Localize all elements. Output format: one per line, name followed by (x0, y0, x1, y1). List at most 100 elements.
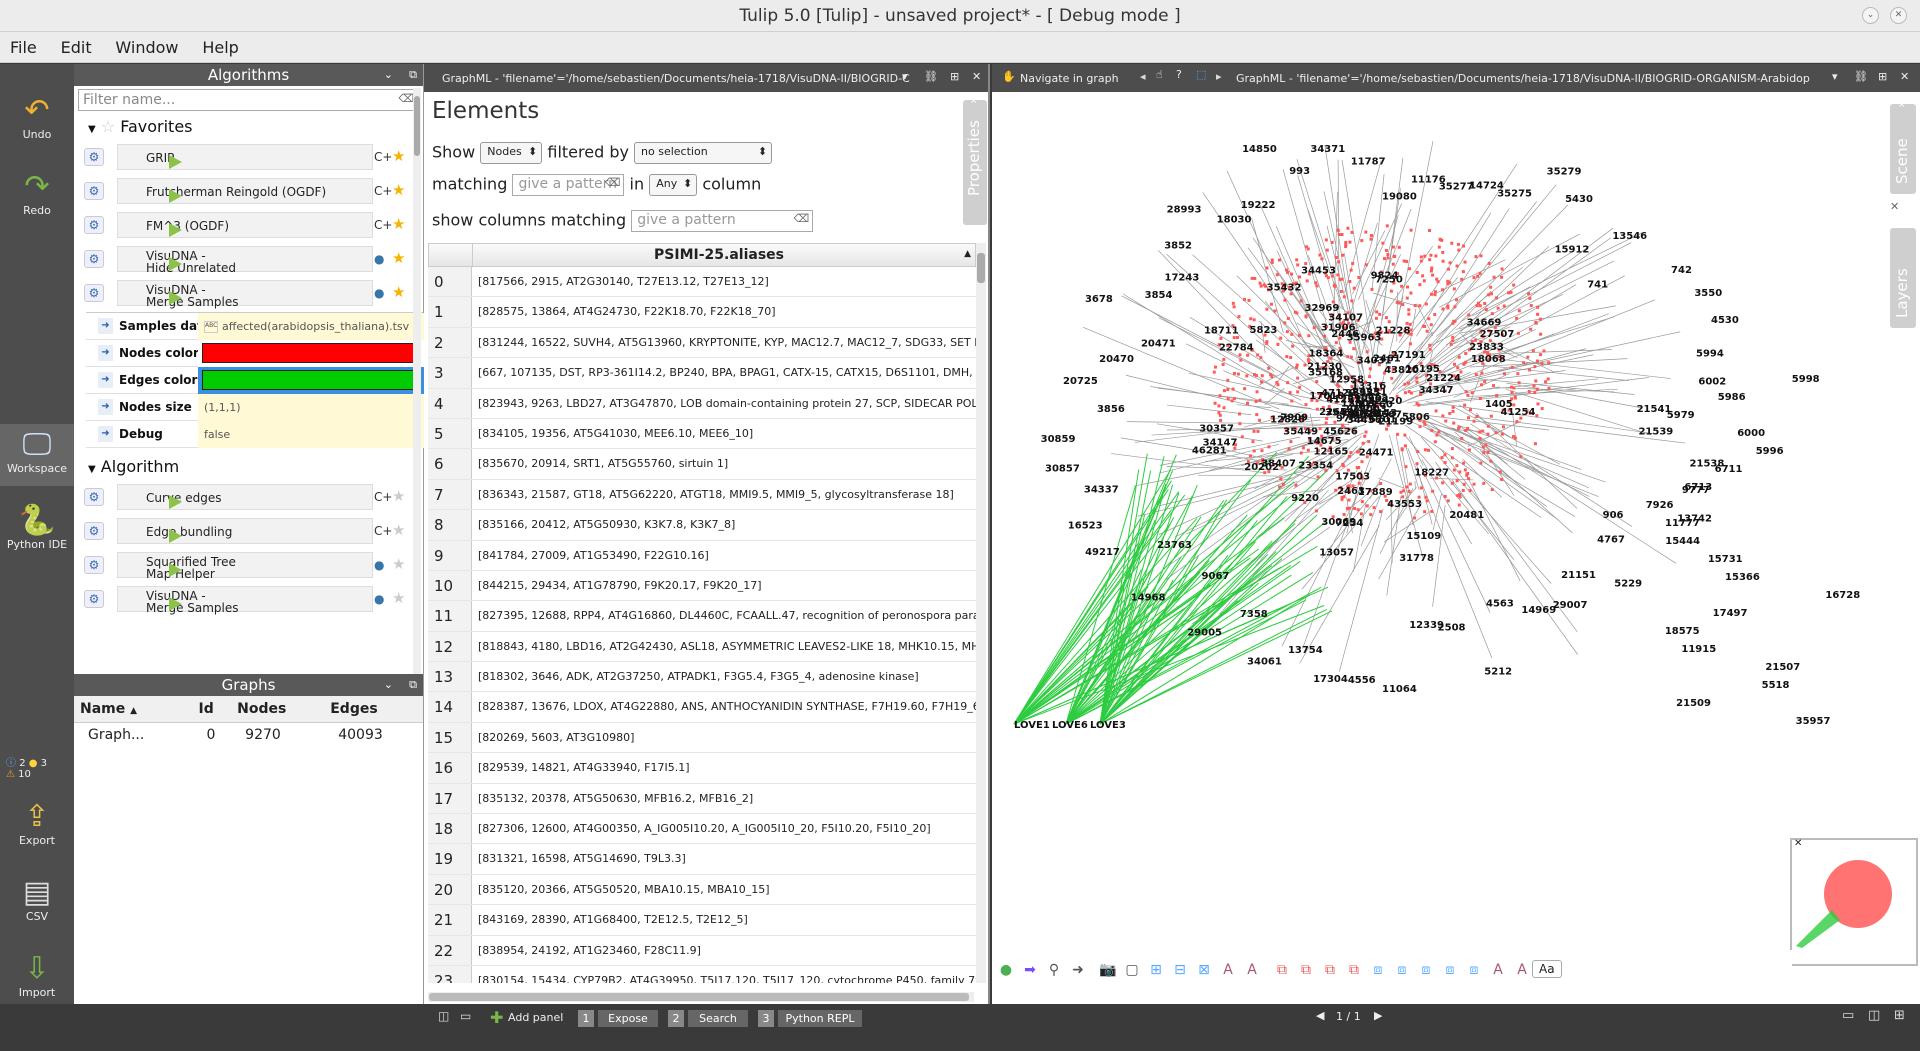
background-icon[interactable]: ▢ (1122, 962, 1142, 980)
view-icon-10[interactable]: A (1488, 962, 1508, 980)
table-row[interactable]: 8 [835166, 20412, AT5G50930, K3K7.8, K3K7… (428, 510, 976, 541)
favorite-star-icon[interactable]: ★ (392, 487, 405, 505)
table-row[interactable]: 2 [831244, 16522, SUVH4, AT5G13960, KRYPT… (428, 327, 976, 359)
table-row[interactable]: 6 [835670, 20914, SRT1, AT5G55760, sirtui… (428, 449, 976, 480)
algorithms.algorithm_items-item[interactable]: ⚙ Edge bundling C+ ★ (74, 514, 423, 548)
minimize-icon[interactable]: ⌄ (1862, 7, 1879, 24)
algorithm-entry[interactable]: Squarified Tree Map Helper (117, 552, 373, 580)
algorithm-entry[interactable]: Curve edges (117, 484, 373, 510)
layout-split-icon[interactable]: ◫ (1868, 1008, 1880, 1023)
workspace-button[interactable]: 🖵 Workspace (0, 424, 74, 486)
graph-canvas[interactable]: 2154121539215389777137429064767522921151… (992, 92, 1920, 1004)
algorithms.favorites-item[interactable]: ⚙ VisuDNA - Hide Unrelated ● ★ (74, 242, 423, 276)
algorithms.algorithm_items-item[interactable]: ⚙ Squarified Tree Map Helper ● ★ (74, 548, 423, 582)
close-icon[interactable]: ✕ (970, 96, 980, 104)
algorithms.algorithm_items-item[interactable]: ⚙ Curve edges C+ ★ (74, 480, 423, 514)
algorithm-entry[interactable]: GRIP (117, 144, 373, 170)
layout-icon-3[interactable]: ⊠ (1194, 962, 1214, 980)
table-row[interactable]: 19 [831321, 16598, AT5G14690, T9L3.3] (428, 844, 976, 875)
close-icon[interactable]: ✕ (1898, 100, 1908, 108)
matching-input[interactable]: give a pattern ⌫ (512, 174, 625, 196)
algorithm-entry[interactable]: VisuDNA - Hide Unrelated (117, 246, 373, 274)
search-button[interactable]: Search (688, 1010, 748, 1027)
show-columns-input[interactable]: give a pattern ⌫ (631, 210, 814, 232)
edge-arrow-icon[interactable]: ➜ (1068, 962, 1088, 980)
message-badges[interactable]: ⓘ 2 ● 3 ⚠ 10 (0, 754, 74, 780)
algorithm-entry[interactable]: VisuDNA - Merge Samples (117, 586, 373, 614)
table-row[interactable]: 20 [835120, 20366, AT5G50520, MBA10.15, M… (428, 874, 976, 906)
table-header[interactable]: PSIMI-25.aliases ▲ (428, 243, 976, 267)
table-row[interactable]: 15 [820269, 5603, AT3G10980] (428, 722, 976, 754)
col-edges[interactable]: Edges (324, 696, 423, 723)
algorithm-entry[interactable]: Frutcherman Reingold (OGDF) (117, 178, 373, 204)
run-icon[interactable] (169, 597, 182, 611)
favorite-star-icon[interactable]: ★ (392, 555, 405, 573)
table-row[interactable]: 12 [818843, 4180, LBD16, AT2G42430, ASL18… (428, 631, 976, 663)
table-row[interactable]: 22 [838954, 24192, AT1G23460, F28C11.9] (428, 935, 976, 966)
split-icon[interactable]: ◫ (438, 1009, 449, 1023)
collapse-icon[interactable]: ⌄ (384, 64, 393, 86)
table-row[interactable]: 5 [834105, 19356, AT5G41030, MEE6.10, MEE… (428, 418, 976, 450)
undock-icon[interactable]: ⧉ (409, 674, 417, 696)
table-row[interactable]: 16 [829539, 14821, AT4G33940, F17I5.1] (428, 753, 976, 784)
color-value[interactable] (198, 367, 424, 394)
close-icon[interactable]: ✕ (1890, 200, 1899, 213)
algorithms.algorithm_items-item[interactable]: ⚙ VisuDNA - Merge Samples ● ★ (74, 582, 423, 616)
expose-button[interactable]: Expose (598, 1010, 658, 1027)
run-icon[interactable] (169, 495, 182, 509)
algorithm-entry[interactable]: VisuDNA - Merge Samples (117, 280, 373, 308)
col-id[interactable]: Id (192, 696, 232, 723)
maximize-icon[interactable]: ⊞ (1878, 70, 1887, 83)
favorite-star-icon[interactable]: ★ (392, 589, 405, 607)
scene-tab[interactable]: Scene ✕ (1890, 100, 1916, 194)
view-icon-11[interactable]: A (1512, 962, 1532, 980)
layout-grid-icon[interactable]: ⊞ (1894, 1008, 1905, 1023)
view-icon-3[interactable]: ⧉ (1320, 962, 1340, 980)
favorites-section[interactable]: ▼ ☆ Favorites (74, 114, 423, 140)
algorithm-section[interactable]: ▼ Algorithm (74, 454, 423, 480)
gear-icon[interactable]: ⚙ (84, 182, 104, 200)
clear-filter-icon[interactable]: ⌫ (398, 92, 414, 105)
collapse-icon[interactable]: ⌄ (384, 674, 393, 696)
gear-icon[interactable]: ⚙ (84, 556, 104, 574)
navigate-tool-icon[interactable]: ☝ (1156, 68, 1163, 81)
gear-icon[interactable]: ⚙ (84, 148, 104, 166)
csv-button[interactable]: ▤ CSV (0, 876, 74, 924)
favorite-star-icon[interactable]: ★ (392, 181, 405, 199)
color-value[interactable] (198, 340, 424, 367)
favorite-star-icon[interactable]: ★ (392, 147, 405, 165)
select-tool-icon[interactable]: ⬚ (1196, 68, 1206, 81)
run-icon[interactable] (169, 155, 182, 169)
close-panel-icon[interactable]: ✕ (972, 70, 981, 83)
label-icon-2[interactable]: A (1242, 962, 1262, 980)
help-tool-icon[interactable]: ? (1176, 68, 1182, 81)
table-row[interactable]: 9 [841784, 27009, AT1G53490, F22G10.16] (428, 540, 976, 571)
run-icon[interactable] (169, 189, 182, 203)
link-icon[interactable]: ⛓ (924, 70, 938, 83)
close-minimap-icon[interactable]: ✕ (1794, 838, 1802, 849)
maximize-icon[interactable]: ⊞ (950, 70, 959, 83)
table-row[interactable]: 10 [844215, 29434, AT1G78790, F9K20.17, F… (428, 570, 976, 602)
algorithms.favorites-item[interactable]: ⚙ Frutcherman Reingold (OGDF) C+ ★ (74, 174, 423, 208)
graph-tab-title[interactable]: GraphML - 'filename'='/home/sebastien/Do… (1236, 72, 1810, 85)
view-icon-8[interactable]: ⧈ (1440, 962, 1460, 980)
favorite-star-icon[interactable]: ★ (392, 215, 405, 233)
undock-icon[interactable]: ⧉ (409, 64, 417, 86)
table-row[interactable]: 7 [836343, 21587, GT18, AT5G62220, ATGT18… (428, 479, 976, 511)
add-panel-button[interactable]: Add panel (508, 1011, 563, 1024)
parameter-value[interactable]: ABC affected(arabidopsis_thaliana).tsv (198, 313, 424, 340)
favorite-star-icon[interactable]: ★ (392, 521, 405, 539)
view-icon-6[interactable]: ⧈ (1392, 962, 1412, 980)
close-window-icon[interactable]: ✕ (1890, 7, 1907, 24)
gear-icon[interactable]: ⚙ (84, 216, 104, 234)
parameter-value[interactable]: false (198, 421, 424, 448)
table-row[interactable]: 17 [835132, 20378, AT5G50630, MFB16.2, MF… (428, 783, 976, 815)
menu-window[interactable]: Window (105, 32, 188, 63)
undo-button[interactable]: ↶ Undo (0, 94, 74, 142)
gear-icon[interactable]: ⚙ (84, 284, 104, 302)
table-row[interactable]: 14 [828387, 13676, LDOX, AT4G22880, ANS, … (428, 692, 976, 723)
layout-icon-1[interactable]: ⊞ (1146, 962, 1166, 980)
elements-tab-title[interactable]: GraphML - 'filename'='/home/sebastien/Do… (442, 72, 910, 85)
horizontal-scrollbar[interactable] (428, 992, 974, 1002)
dropdown-icon[interactable]: ▾ (902, 70, 908, 83)
